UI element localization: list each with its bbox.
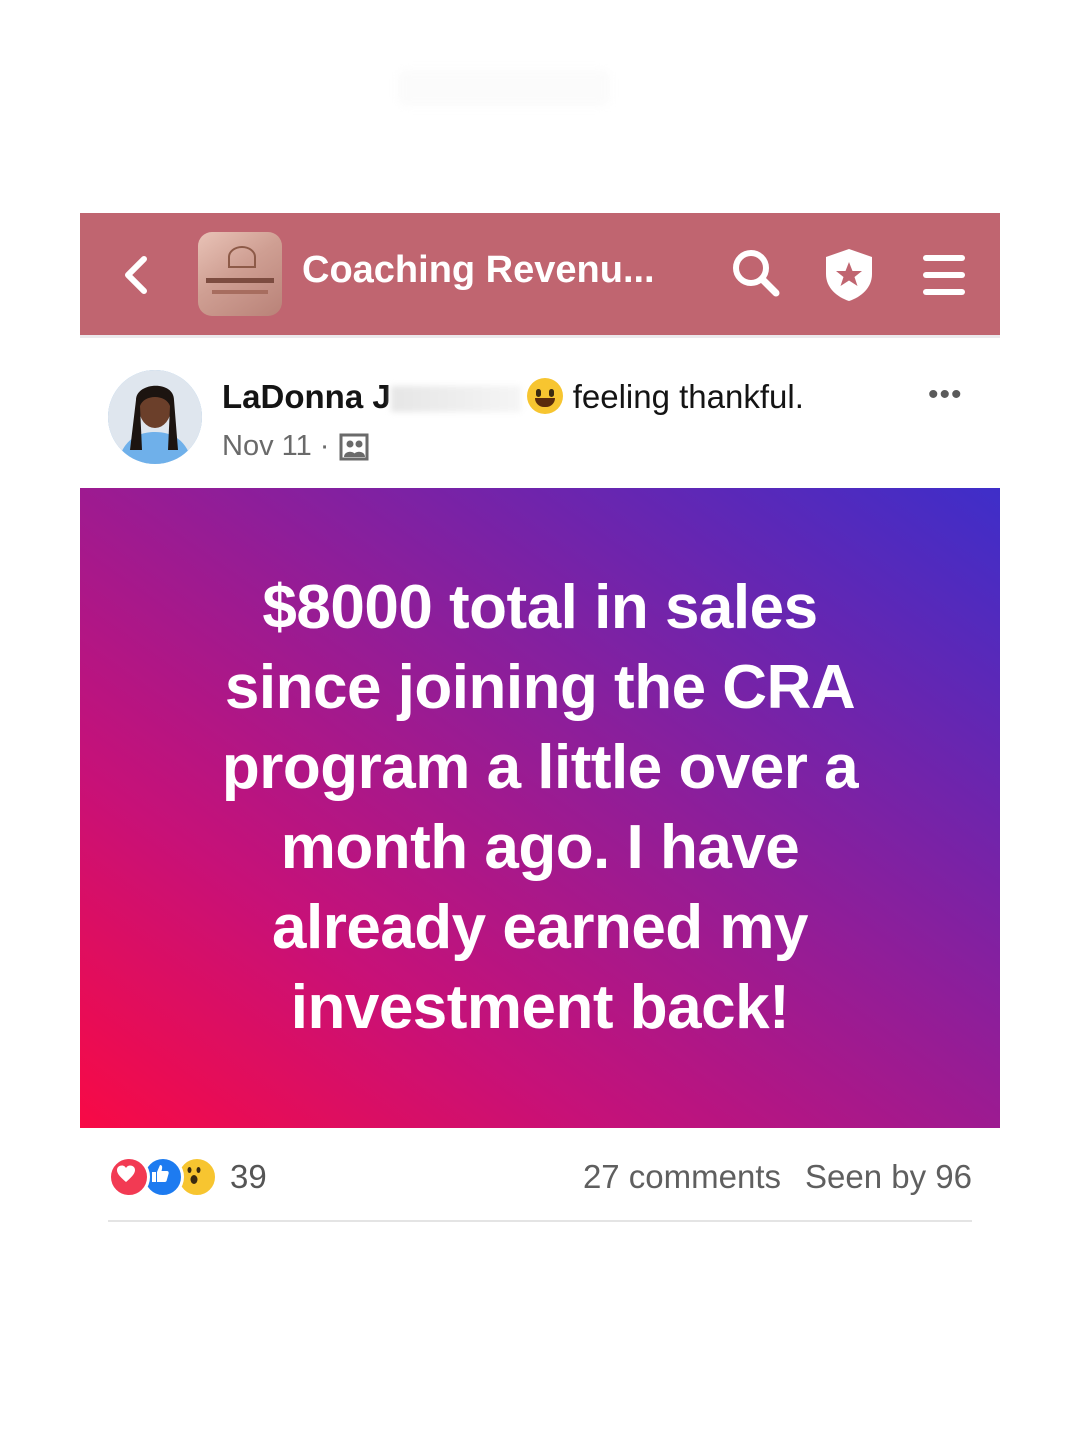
post-card: Coaching Revenu... LaDonna Jfeeling than… bbox=[80, 213, 1000, 1222]
smiley-emoji-icon bbox=[526, 378, 563, 414]
group-members-icon bbox=[339, 433, 369, 460]
post-banner[interactable]: $8000 total in sales since joining the C… bbox=[80, 488, 1000, 1128]
group-title[interactable]: Coaching Revenu... bbox=[302, 249, 655, 292]
author-name[interactable]: LaDonna J bbox=[222, 378, 391, 415]
post-body-text: $8000 total in sales since joining the C… bbox=[221, 573, 859, 1042]
seen-by-count[interactable]: Seen by 96 bbox=[805, 1158, 972, 1195]
post-date[interactable]: Nov 11 bbox=[222, 430, 312, 463]
post-header: LaDonna J feeling thankful. ••• Nov 11 · bbox=[80, 338, 1000, 488]
love-reaction-icon bbox=[108, 1156, 150, 1198]
admin-shield-icon[interactable] bbox=[822, 246, 876, 304]
comments-count[interactable]: 27 comments bbox=[583, 1158, 781, 1195]
reaction-count: 39 bbox=[230, 1158, 267, 1195]
status-bar-blur bbox=[398, 70, 610, 106]
group-logo[interactable] bbox=[198, 232, 282, 316]
meta-separator: · bbox=[319, 430, 330, 462]
redacted-name bbox=[390, 386, 521, 413]
post-stats: 27 comments Seen by 96 bbox=[583, 1158, 972, 1196]
post-author-line: LaDonna J feeling thankful. bbox=[222, 378, 804, 416]
search-icon[interactable] bbox=[730, 247, 782, 299]
post-footer: 39 27 comments Seen by 96 bbox=[108, 1128, 972, 1222]
author-avatar[interactable] bbox=[108, 370, 202, 464]
menu-icon[interactable] bbox=[922, 253, 966, 297]
reactions-summary[interactable]: 39 bbox=[108, 1156, 267, 1198]
more-options-icon[interactable]: ••• bbox=[928, 378, 963, 412]
feeling-text: feeling thankful. bbox=[572, 378, 804, 415]
group-header: Coaching Revenu... bbox=[80, 213, 1000, 335]
back-icon[interactable] bbox=[118, 253, 154, 297]
post-meta: Nov 11 · bbox=[222, 430, 369, 463]
